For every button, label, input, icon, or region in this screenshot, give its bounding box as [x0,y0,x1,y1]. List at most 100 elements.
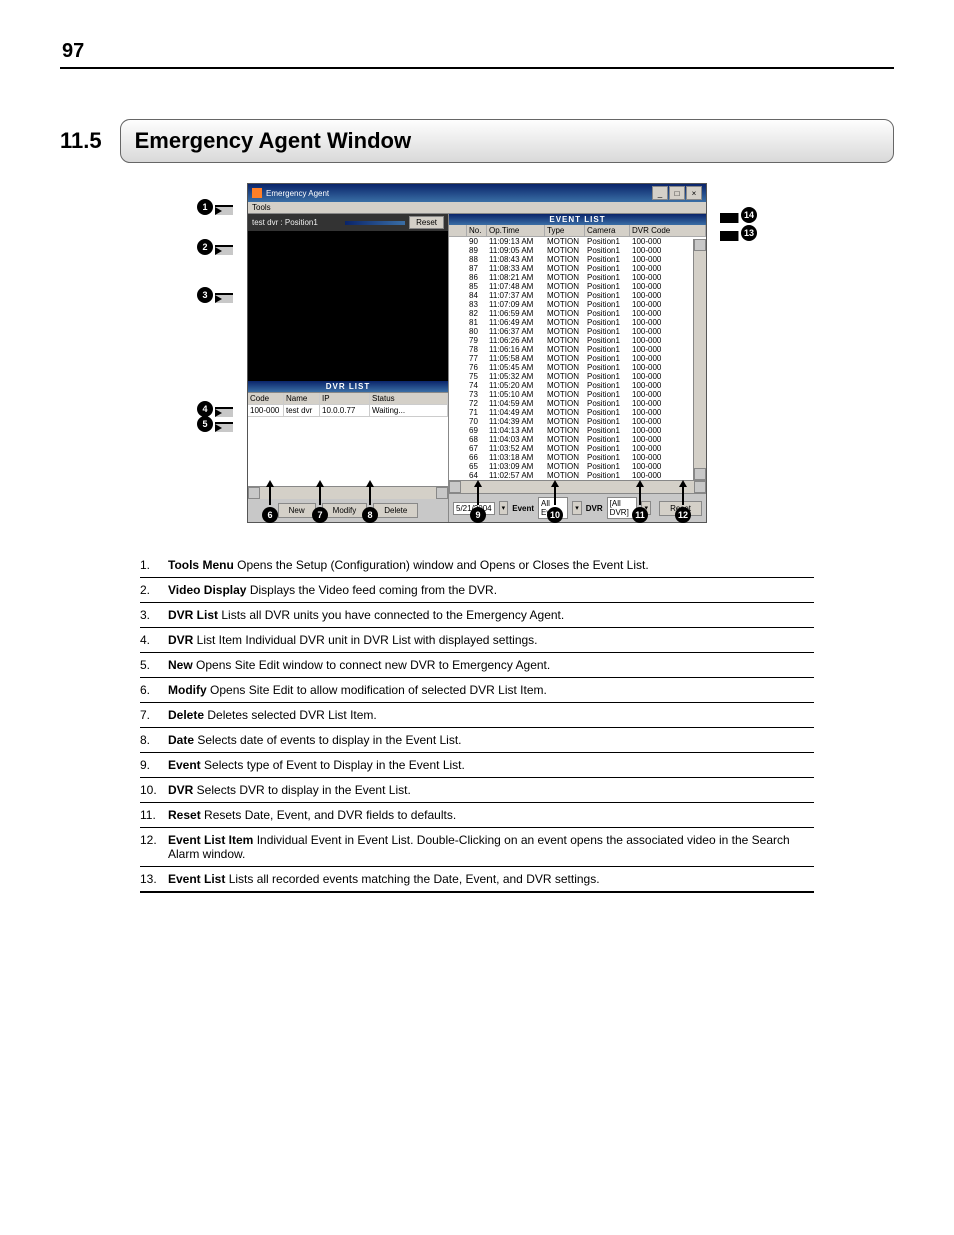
section-number: 11.5 [60,119,120,163]
event-list-item[interactable]: 7611:05:45 AMMOTIONPosition1100-000 [449,363,706,372]
callout-arrow [215,245,233,255]
callout-arrow [636,480,644,505]
callout-arrow [474,480,482,505]
chevron-down-icon[interactable]: ▾ [572,501,582,515]
event-list-item[interactable]: 7511:05:32 AMMOTIONPosition1100-000 [449,372,706,381]
minimize-icon[interactable]: _ [652,186,668,200]
dvr-cell: Waiting... [370,405,448,417]
window-titlebar[interactable]: Emergency Agent _ □ × [248,184,706,202]
event-list-title: EVENT LIST [449,214,706,225]
event-list-item[interactable]: 7311:05:10 AMMOTIONPosition1100-000 [449,390,706,399]
legend-item: 6.Modify Opens Site Edit to allow modifi… [140,678,814,703]
legend-item: 8.Date Selects date of events to display… [140,728,814,753]
callout-arrow [215,205,233,215]
event-col: Type [545,225,585,237]
maximize-icon[interactable]: □ [669,186,685,200]
event-list-item[interactable]: 8611:08:21 AMMOTIONPosition1100-000 [449,273,706,282]
event-list-item[interactable]: 7411:05:20 AMMOTIONPosition1100-000 [449,381,706,390]
event-list-item[interactable]: 6411:02:57 AMMOTIONPosition1100-000 [449,471,706,480]
dvr-list-item[interactable]: 100-000 test dvr 10.0.0.77 Waiting... [248,405,448,417]
filter-bar: 5/21/2004 ▾ Event All Event ▾ DVR [All D… [449,493,706,522]
chevron-down-icon[interactable]: ▾ [499,501,509,515]
event-list-item[interactable]: 8711:08:33 AMMOTIONPosition1100-000 [449,264,706,273]
callout-marker: 1 [197,199,213,215]
legend-item: 7.Delete Deletes selected DVR List Item. [140,703,814,728]
callout-marker: 3 [197,287,213,303]
video-source-label: test dvr : Position1 [252,218,318,227]
window-title: Emergency Agent [266,189,329,198]
callout-arrow [215,293,233,303]
menu-tools[interactable]: Tools [252,203,271,212]
event-col: No. [467,225,487,237]
event-list-item[interactable]: 8911:09:05 AMMOTIONPosition1100-000 [449,246,706,255]
event-list-item[interactable]: 7811:06:16 AMMOTIONPosition1100-000 [449,345,706,354]
event-list-item[interactable]: 8411:07:37 AMMOTIONPosition1100-000 [449,291,706,300]
event-list-item[interactable]: 8211:06:59 AMMOTIONPosition1100-000 [449,309,706,318]
event-list-header: No. Op.Time Type Camera DVR Code [449,225,706,237]
event-vscrollbar[interactable] [693,239,706,480]
dvr-col-name: Name [284,393,320,405]
dvr-label: DVR [586,504,603,513]
callout-arrow [679,480,687,505]
event-list-item[interactable]: 8011:06:37 AMMOTIONPosition1100-000 [449,327,706,336]
event-list-item[interactable]: 8811:08:43 AMMOTIONPosition1100-000 [449,255,706,264]
callout-marker: 10 [547,507,563,523]
page-rule [60,67,894,69]
legend-item: 12.Event List Item Individual Event in E… [140,828,814,867]
event-list-item[interactable]: 9011:09:13 AMMOTIONPosition1100-000 [449,237,706,246]
callout-arrow [366,480,374,505]
section-header: 11.5 Emergency Agent Window [60,119,894,163]
event-hscrollbar[interactable] [449,480,706,493]
callout-arrow [215,422,233,432]
modify-button[interactable]: Modify [322,503,368,518]
event-col: DVR Code [630,225,706,237]
dvr-col-code: Code [248,393,284,405]
event-col: Camera [585,225,630,237]
event-list-item[interactable]: 8311:07:09 AMMOTIONPosition1100-000 [449,300,706,309]
event-list-item[interactable]: 6711:03:52 AMMOTIONPosition1100-000 [449,444,706,453]
video-header: test dvr : Position1 Reset [248,214,448,231]
event-list-item[interactable]: 8511:07:48 AMMOTIONPosition1100-000 [449,282,706,291]
new-button[interactable]: New [278,503,316,518]
event-col [449,225,467,237]
legend-list: 1.Tools Menu Opens the Setup (Configurat… [140,553,814,893]
event-label: Event [512,504,534,513]
callout-arrow [266,480,274,505]
section-title: Emergency Agent Window [120,119,894,163]
event-list-item[interactable]: 8111:06:49 AMMOTIONPosition1100-000 [449,318,706,327]
dvr-cell: 10.0.0.77 [320,405,370,417]
legend-item: 5.New Opens Site Edit window to connect … [140,653,814,678]
legend-item: 10.DVR Selects DVR to display in the Eve… [140,778,814,803]
callout-marker: 11 [632,507,648,523]
delete-button[interactable]: Delete [373,503,418,518]
dvr-list-title: DVR LIST [248,381,448,392]
event-list[interactable]: No. Op.Time Type Camera DVR Code 9011:09… [449,225,706,480]
event-list-item[interactable]: 6611:03:18 AMMOTIONPosition1100-000 [449,453,706,462]
legend-item: 13.Event List Lists all recorded events … [140,867,814,893]
event-list-item[interactable]: 7011:04:39 AMMOTIONPosition1100-000 [449,417,706,426]
event-list-item[interactable]: 6911:04:13 AMMOTIONPosition1100-000 [449,426,706,435]
screenshot: 1 2 3 4 5 14 13 6 7 8 9 10 11 12 [197,183,757,523]
event-list-item[interactable]: 7711:05:58 AMMOTIONPosition1100-000 [449,354,706,363]
event-list-item[interactable]: 6811:04:03 AMMOTIONPosition1100-000 [449,435,706,444]
legend-item: 4.DVR List Item Individual DVR unit in D… [140,628,814,653]
event-list-item[interactable]: 7211:04:59 AMMOTIONPosition1100-000 [449,399,706,408]
video-display[interactable] [248,231,448,381]
dvr-cell: 100-000 [248,405,284,417]
callout-arrow [316,480,324,505]
app-icon [252,188,262,198]
callout-marker: 6 [262,507,278,523]
video-reset-button[interactable]: Reset [409,216,444,229]
menubar: Tools [248,202,706,214]
legend-item: 2.Video Display Displays the Video feed … [140,578,814,603]
callout-marker: 7 [312,507,328,523]
close-icon[interactable]: × [686,186,702,200]
callout-arrow [551,480,559,505]
event-list-item[interactable]: 6511:03:09 AMMOTIONPosition1100-000 [449,462,706,471]
progress-bar [345,221,405,225]
dvr-list-header: Code Name IP Status [248,393,448,405]
event-list-item[interactable]: 7911:06:26 AMMOTIONPosition1100-000 [449,336,706,345]
legend-item: 9.Event Selects type of Event to Display… [140,753,814,778]
event-list-item[interactable]: 7111:04:49 AMMOTIONPosition1100-000 [449,408,706,417]
dvr-hscrollbar[interactable] [248,486,448,499]
